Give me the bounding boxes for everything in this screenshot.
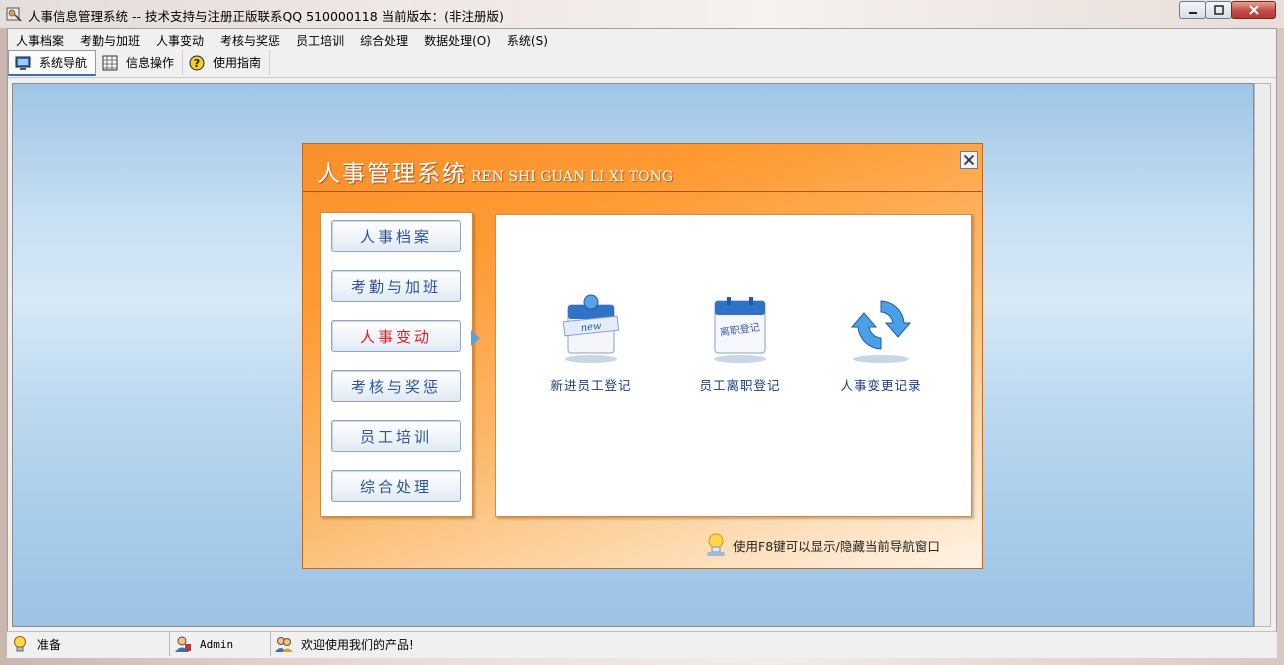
selection-arrow-icon [471,330,480,346]
function-new-employee[interactable]: new 新进员工登记 [536,293,646,394]
function-area: new 新进员工登记 离职登记 员工离职登记 人事变更记录 [495,214,972,517]
close-button[interactable] [1231,1,1276,19]
status-bar: 准备 Admin 欢迎使用我们的产品! [7,631,1277,658]
navigation-header: 人事管理系统 REN SHI GUAN LI XI TONG [303,144,982,192]
change-record-icon [850,300,912,363]
menu-attendance[interactable]: 考勤与加班 [72,29,148,50]
tab-system-navigation-label: 系统导航 [39,56,88,70]
nav-button-personnel-change[interactable]: 人事变动 [331,320,461,352]
app-icon [6,7,22,22]
user-icon [175,636,191,652]
f8-hint: 使用F8键可以显示/隐藏当前导航窗口 [705,532,940,558]
close-icon [1248,5,1259,15]
nav-button-assessment[interactable]: 考核与奖惩 [331,370,461,402]
tab-info-operation[interactable]: 信息操作 [96,50,184,75]
close-icon [963,154,975,166]
minimize-icon [1188,12,1197,14]
window-controls [1179,1,1276,20]
lightbulb-icon [14,636,26,652]
navigation-panel: 人事管理系统 REN SHI GUAN LI XI TONG 人事档案 考勤与加班… [302,143,983,569]
panel-subtitle: REN SHI GUAN LI XI TONG [471,169,674,185]
status-ready-text: 准备 [37,637,62,652]
menu-training[interactable]: 员工培训 [288,29,352,50]
tab-user-guide-label: 使用指南 [213,56,262,70]
nav-button-personnel-files[interactable]: 人事档案 [331,220,461,252]
menu-personnel-files[interactable]: 人事档案 [8,29,72,50]
help-icon: ? [189,55,205,70]
restore-icon [1213,5,1224,15]
function-change-record-label: 人事变更记录 [840,378,922,393]
users-icon [275,637,293,652]
menu-assessment[interactable]: 考核与奖惩 [212,29,288,50]
menu-general[interactable]: 综合处理 [352,29,416,50]
nav-button-general[interactable]: 综合处理 [331,470,461,502]
svg-text:?: ? [194,57,200,70]
nav-button-attendance[interactable]: 考勤与加班 [331,270,461,302]
category-list: 人事档案 考勤与加班 人事变动 考核与奖惩 员工培训 综合处理 [320,212,473,517]
window-title: 人事信息管理系统 -- 技术支持与注册正版联系QQ 510000118 当前版本… [28,9,504,24]
menu-bar: 人事档案 考勤与加班 人事变动 考核与奖惩 员工培训 综合处理 数据处理(O) … [8,29,1276,50]
new-employee-icon: new [562,294,620,363]
svg-text:new: new [580,321,602,334]
resignation-icon: 离职登记 [714,297,766,363]
restore-button[interactable] [1205,1,1232,19]
toolbar: 系统导航 信息操作 ? 使用指南 [8,50,1276,78]
tab-user-guide[interactable]: ? 使用指南 [183,50,271,75]
title-bar[interactable]: 人事信息管理系统 -- 技术支持与注册正版联系QQ 510000118 当前版本… [0,0,1284,28]
navigation-title: 人事管理系统 REN SHI GUAN LI XI TONG [317,154,673,188]
menu-data[interactable]: 数据处理(O) [416,29,499,50]
status-ready: 准备 [7,632,170,656]
status-welcome-text: 欢迎使用我们的产品! [301,637,414,652]
tab-system-navigation[interactable]: 系统导航 [8,50,97,76]
status-user-name: Admin [200,637,234,651]
function-resignation[interactable]: 离职登记 员工离职登记 [685,293,795,394]
menu-system[interactable]: 系统(S) [499,29,556,50]
panel-title: 人事管理系统 [317,161,467,187]
function-resignation-label: 员工离职登记 [699,378,781,393]
monitor-icon [15,56,31,70]
menu-personnel-change[interactable]: 人事变动 [148,29,212,50]
status-user: Admin [170,632,271,656]
tab-info-operation-label: 信息操作 [126,56,175,70]
function-change-record[interactable]: 人事变更记录 [826,293,936,394]
f8-hint-text: 使用F8键可以显示/隐藏当前导航窗口 [733,538,940,554]
vertical-scrollbar[interactable] [1254,83,1271,627]
navigation-close-button[interactable] [960,151,978,169]
grid-icon [102,55,118,70]
nav-button-training[interactable]: 员工培训 [331,420,461,452]
status-welcome: 欢迎使用我们的产品! [271,632,1275,656]
minimize-button[interactable] [1179,1,1206,19]
function-new-employee-label: 新进员工登记 [550,378,632,393]
app-window: 人事信息管理系统 -- 技术支持与注册正版联系QQ 510000118 当前版本… [0,0,1284,665]
lightbulb-icon [707,533,725,556]
